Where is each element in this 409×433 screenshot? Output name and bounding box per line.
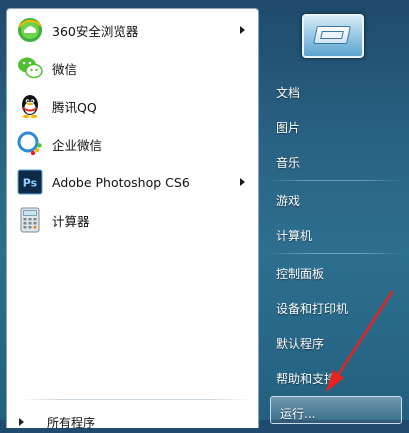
places-panel	[259, 0, 409, 420]
separator	[266, 253, 404, 254]
menu-item-devices-printers[interactable]: 设备和打印机	[276, 300, 348, 317]
expand-arrow-icon	[19, 418, 24, 426]
program-label: Adobe Photoshop CS6	[52, 174, 190, 190]
menu-item-help-support[interactable]: 帮助和支持	[276, 370, 336, 387]
program-item-wecom[interactable]: 企业微信	[11, 127, 255, 161]
program-item-360-browser[interactable]: 360安全浏览器	[11, 13, 255, 47]
card-icon	[313, 26, 351, 44]
program-item-photoshop[interactable]: Ps Adobe Photoshop CS6	[11, 165, 255, 199]
separator	[266, 180, 404, 181]
submenu-arrow-icon	[240, 178, 245, 186]
calculator-icon	[17, 207, 43, 233]
program-item-wechat[interactable]: 微信	[11, 51, 255, 85]
all-programs-label: 所有程序	[47, 415, 96, 430]
divider	[17, 399, 253, 400]
program-item-calculator[interactable]: 计算器	[11, 203, 255, 237]
menu-item-computer[interactable]: 计算机	[276, 227, 312, 244]
menu-item-games[interactable]: 游戏	[276, 192, 300, 209]
program-label: 腾讯QQ	[52, 99, 97, 115]
qq-penguin-icon	[17, 93, 43, 119]
svg-text:Ps: Ps	[23, 177, 38, 190]
program-item-qq[interactable]: 腾讯QQ	[11, 89, 255, 123]
start-menu: 360安全浏览器 微信 腾讯QQ 企业微信 Ps Adobe Photoshop…	[0, 0, 409, 430]
program-label: 计算器	[52, 213, 90, 229]
wechat-icon	[17, 55, 43, 81]
menu-item-default-programs[interactable]: 默认程序	[276, 335, 324, 352]
program-label: 360安全浏览器	[52, 23, 139, 39]
user-picture-icon[interactable]	[302, 14, 364, 58]
submenu-arrow-icon	[240, 26, 245, 34]
menu-item-music[interactable]: 音乐	[276, 154, 300, 171]
program-label: 企业微信	[52, 137, 103, 153]
all-programs-button[interactable]: 所有程序	[19, 411, 95, 433]
menu-item-pictures[interactable]: 图片	[276, 119, 300, 136]
programs-panel: 360安全浏览器 微信 腾讯QQ 企业微信 Ps Adobe Photoshop…	[6, 8, 259, 430]
browser-360-icon	[17, 17, 43, 43]
program-label: 微信	[52, 61, 78, 77]
wecom-icon	[17, 131, 43, 157]
menu-item-control-panel[interactable]: 控制面板	[276, 265, 324, 282]
run-label: 运行...	[280, 407, 316, 421]
photoshop-icon: Ps	[17, 169, 43, 195]
menu-item-documents[interactable]: 文档	[276, 84, 300, 101]
